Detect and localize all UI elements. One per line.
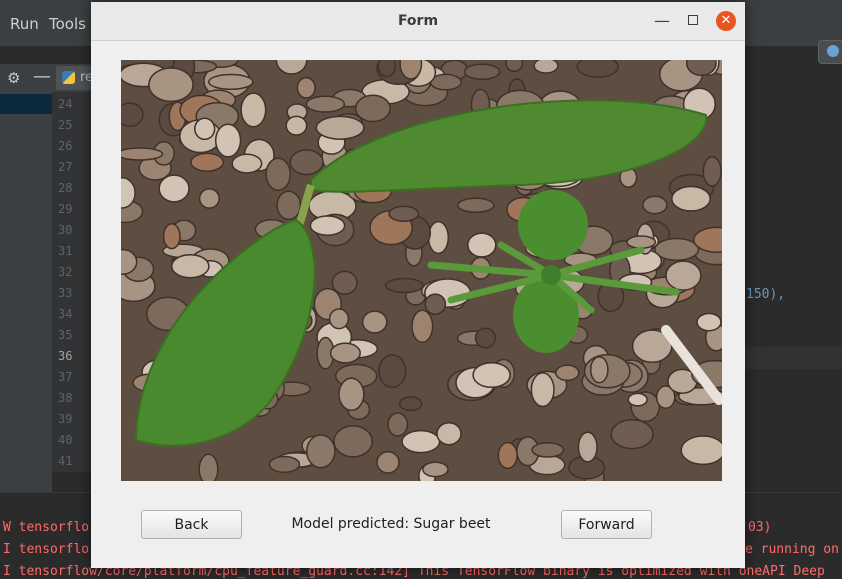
console-line-tail: 03) [748, 520, 772, 535]
line-number: 24 [58, 97, 73, 111]
code-editor[interactable] [745, 92, 842, 472]
menu-tools[interactable]: Tools [49, 15, 86, 33]
python-icon [827, 45, 839, 57]
line-number: 29 [58, 202, 73, 216]
hide-icon[interactable]: — [33, 66, 51, 87]
menu-run[interactable]: Run [10, 15, 39, 33]
console-line: I tensorflo [3, 542, 90, 557]
forward-button[interactable]: Forward [561, 510, 652, 539]
line-number: 37 [58, 370, 73, 384]
line-number: 39 [58, 412, 73, 426]
line-number: 41 [58, 454, 73, 468]
line-number: 30 [58, 223, 73, 237]
run-config-button[interactable] [818, 40, 842, 64]
gear-icon[interactable]: ⚙ [7, 69, 20, 87]
console-line-tail: e running on [745, 542, 839, 557]
close-icon[interactable]: ✕ [716, 11, 736, 31]
minimize-icon[interactable]: — [654, 11, 670, 30]
window-title: Form [397, 13, 439, 29]
line-number: 31 [58, 244, 73, 258]
seedling-image [121, 60, 722, 481]
line-number: 33 [58, 286, 73, 300]
back-button[interactable]: Back [141, 510, 242, 539]
code-text: 150), [746, 287, 786, 302]
title-bar[interactable]: Form — ✕ [91, 2, 745, 41]
line-number: 28 [58, 181, 73, 195]
line-number: 27 [58, 160, 73, 174]
line-number: 38 [58, 391, 73, 405]
line-number: 34 [58, 307, 73, 321]
project-selected-item[interactable] [0, 94, 52, 114]
python-file-icon [62, 71, 75, 84]
line-number: 25 [58, 118, 73, 132]
line-number: 26 [58, 139, 73, 153]
project-panel [0, 92, 52, 492]
editor-file-tab[interactable]: re [56, 66, 93, 90]
prediction-label: Model predicted: Sugar beet [291, 516, 491, 532]
form-dialog: Form — ✕ Back Model predicted: Sugar bee… [91, 2, 745, 568]
maximize-icon[interactable] [688, 15, 698, 25]
caret-line-highlight [745, 347, 842, 369]
line-number: 32 [58, 265, 73, 279]
line-number: 35 [58, 328, 73, 342]
line-number: 36 [58, 349, 73, 363]
line-number: 40 [58, 433, 73, 447]
console-line: W tensorflo [3, 520, 90, 535]
line-number-gutter: 24 25 26 27 28 29 30 31 32 33 34 35 36 37 38 39 40 41 [52, 92, 92, 472]
